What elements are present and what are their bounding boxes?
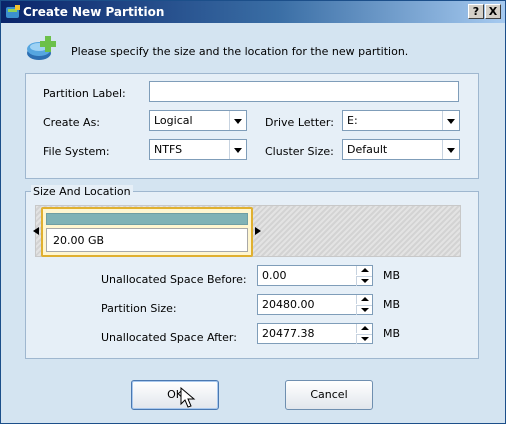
close-button[interactable]: X: [485, 4, 501, 19]
instruction-text: Please specify the size and the location…: [71, 45, 409, 58]
create-partition-icon: [27, 36, 56, 60]
help-button[interactable]: ?: [468, 4, 484, 19]
cluster-size-value: Default: [347, 143, 388, 156]
partition-size-spinner[interactable]: 20480.00: [257, 294, 373, 315]
cluster-size-label: Cluster Size:: [265, 145, 334, 158]
left-resize-handle-icon[interactable]: [33, 227, 39, 235]
unallocated-before-value: 0.00: [262, 269, 287, 282]
drive-letter-value: E:: [347, 114, 358, 127]
partition-size-value: 20480.00: [262, 298, 315, 311]
chevron-down-icon[interactable]: [442, 140, 459, 159]
drive-letter-label: Drive Letter:: [265, 116, 334, 129]
create-as-label: Create As:: [43, 116, 101, 129]
spin-up-icon[interactable]: [356, 295, 372, 304]
spin-up-icon[interactable]: [356, 324, 372, 333]
partition-size-display: 20.00 GB: [46, 228, 248, 252]
window-title: Create New Partition: [23, 5, 165, 19]
create-as-value: Logical: [154, 114, 193, 127]
chevron-down-icon[interactable]: [229, 140, 246, 159]
unallocated-before-spinner[interactable]: 0.00: [257, 265, 373, 286]
chevron-down-icon[interactable]: [442, 111, 459, 130]
cancel-button[interactable]: Cancel: [285, 380, 373, 410]
partition-label-label: Partition Label:: [43, 87, 126, 100]
unit-label: MB: [383, 269, 401, 282]
unallocated-after-value: 20477.38: [262, 327, 315, 340]
unallocated-before-label: Unallocated Space Before:: [101, 273, 247, 286]
chevron-down-icon[interactable]: [229, 111, 246, 130]
file-system-select[interactable]: NTFS: [149, 139, 247, 160]
spin-down-icon[interactable]: [356, 276, 372, 286]
ok-button[interactable]: OK: [131, 380, 219, 410]
partition-size-label: Partition Size:: [101, 302, 177, 315]
partition-wizard-icon: [6, 5, 20, 18]
cluster-size-select[interactable]: Default: [342, 139, 460, 160]
spin-down-icon[interactable]: [356, 334, 372, 344]
unit-label: MB: [383, 298, 401, 311]
unallocated-after-spinner[interactable]: 20477.38: [257, 323, 373, 344]
size-location-title: Size And Location: [31, 185, 133, 198]
mouse-pointer-icon: [180, 387, 196, 408]
unit-label: MB: [383, 327, 401, 340]
right-resize-handle-icon[interactable]: [255, 227, 261, 235]
partition-usage-bar: [46, 213, 248, 225]
file-system-label: File System:: [43, 145, 110, 158]
partition-block[interactable]: 20.00 GB: [41, 207, 253, 257]
unallocated-after-label: Unallocated Space After:: [101, 331, 237, 344]
spin-down-icon[interactable]: [356, 305, 372, 315]
title-bar[interactable]: Create New Partition ? X: [1, 1, 505, 23]
drive-letter-select[interactable]: E:: [342, 110, 460, 131]
create-as-select[interactable]: Logical: [149, 110, 247, 131]
create-partition-dialog: Create New Partition ? X Please specify …: [0, 0, 506, 424]
partition-label-input[interactable]: [149, 81, 459, 102]
file-system-value: NTFS: [154, 143, 183, 156]
spin-up-icon[interactable]: [356, 266, 372, 275]
